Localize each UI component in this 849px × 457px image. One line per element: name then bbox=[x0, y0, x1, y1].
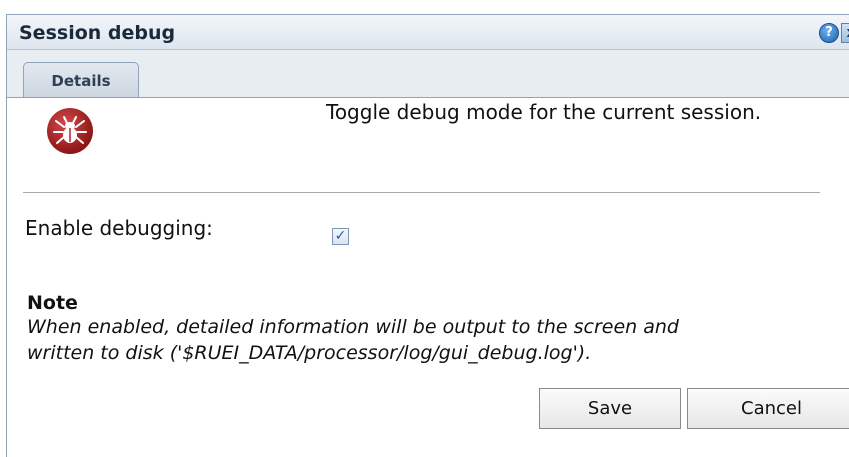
dialog-title: Session debug bbox=[19, 22, 176, 44]
tab-details-label: Details bbox=[51, 72, 111, 90]
enable-debugging-label: Enable debugging: bbox=[25, 216, 213, 240]
description-text: Toggle debug mode for the current sessio… bbox=[326, 100, 762, 124]
details-panel: Toggle debug mode for the current sessio… bbox=[7, 98, 849, 457]
close-icon[interactable]: x bbox=[841, 23, 849, 43]
checkmark-icon: ✓ bbox=[334, 228, 347, 244]
dialog-titlebar[interactable]: Session debug ? x bbox=[7, 15, 849, 50]
tab-details[interactable]: Details bbox=[23, 62, 139, 97]
note-heading: Note bbox=[27, 292, 78, 314]
note-text: When enabled, detailed information will … bbox=[27, 316, 679, 364]
divider bbox=[23, 192, 820, 193]
tab-strip: Details bbox=[7, 50, 849, 98]
save-button[interactable]: Save bbox=[539, 388, 681, 429]
session-debug-dialog: Session debug ? x Details bbox=[6, 14, 849, 457]
help-icon[interactable]: ? bbox=[819, 23, 839, 43]
bug-icon bbox=[47, 108, 93, 154]
enable-debugging-checkbox[interactable]: ✓ bbox=[332, 228, 349, 245]
cancel-button[interactable]: Cancel bbox=[687, 388, 849, 429]
